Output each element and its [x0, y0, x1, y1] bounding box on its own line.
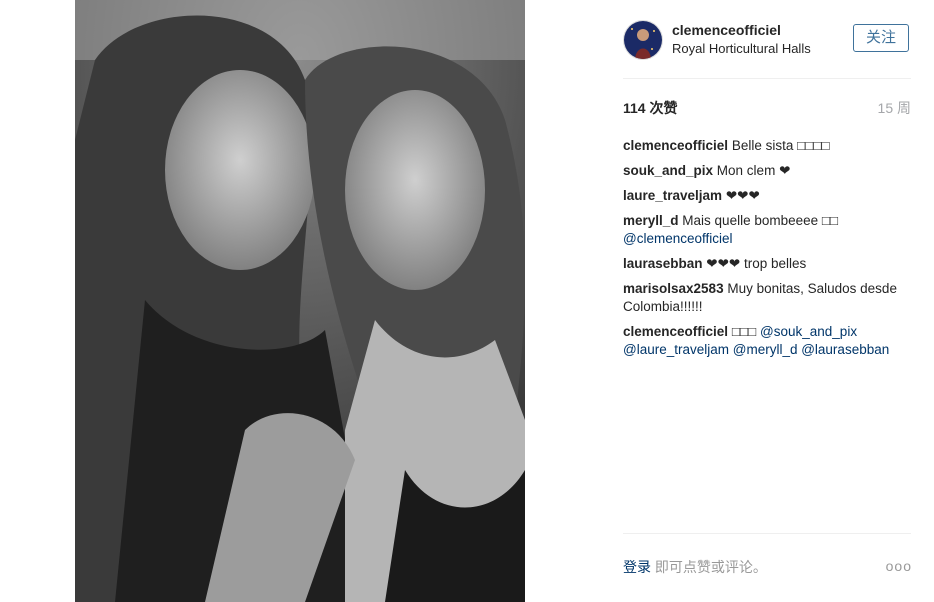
comment-author[interactable]: marisolsax2583 — [623, 281, 724, 296]
comment-item: meryll_d Mais quelle bombeeee □□ @clemen… — [623, 212, 911, 248]
comment-author[interactable]: souk_and_pix — [623, 163, 713, 178]
comment-text: Mon clem ❤ — [716, 163, 791, 178]
comment-text: □□□ — [731, 324, 757, 339]
post-side-panel: clemenceofficiel Royal Horticultural Hal… — [606, 0, 934, 602]
comment-author[interactable]: laure_traveljam — [623, 188, 722, 203]
comment-item: souk_and_pix Mon clem ❤ — [623, 162, 911, 180]
comment-item: clemenceofficiel Belle sista □□□□ — [623, 137, 911, 155]
comment-text: ❤❤❤ — [725, 188, 760, 203]
likes-count[interactable]: 114 次赞 — [623, 98, 677, 118]
comment-mention[interactable]: @clemenceofficiel — [623, 231, 733, 246]
comment-list: clemenceofficiel Belle sista □□□□ souk_a… — [623, 137, 911, 366]
login-prompt-text: 即可点赞或评论。 — [651, 559, 767, 575]
owner-avatar[interactable] — [623, 20, 663, 60]
post-age: 15 周 — [877, 100, 911, 116]
login-link[interactable]: 登录 — [623, 559, 651, 575]
more-options-icon[interactable]: ooo — [886, 558, 912, 574]
comment-author[interactable]: laurasebban — [623, 256, 703, 271]
comment-text: Belle sista □□□□ — [731, 138, 830, 153]
comment-author[interactable]: clemenceofficiel — [623, 324, 728, 339]
comment-text: Mais quelle bombeeee □□ — [682, 213, 839, 228]
comment-author[interactable]: clemenceofficiel — [623, 138, 728, 153]
owner-username[interactable]: clemenceofficiel — [672, 22, 781, 38]
divider-top — [623, 78, 911, 79]
comment-item: clemenceofficiel □□□ @souk_and_pix @laur… — [623, 323, 911, 359]
post-photo — [75, 0, 525, 602]
login-prompt: 登录 即可点赞或评论。 — [623, 557, 767, 577]
follow-button[interactable]: 关注 — [853, 24, 909, 52]
comment-text: ❤❤❤ trop belles — [706, 256, 807, 271]
comment-author[interactable]: meryll_d — [623, 213, 679, 228]
comment-item: marisolsax2583 Muy bonitas, Saludos desd… — [623, 280, 911, 316]
comment-item: laure_traveljam ❤❤❤ — [623, 187, 911, 205]
comment-item: laurasebban ❤❤❤ trop belles — [623, 255, 911, 273]
divider-bottom — [623, 533, 911, 534]
post-location[interactable]: Royal Horticultural Halls — [672, 41, 811, 56]
